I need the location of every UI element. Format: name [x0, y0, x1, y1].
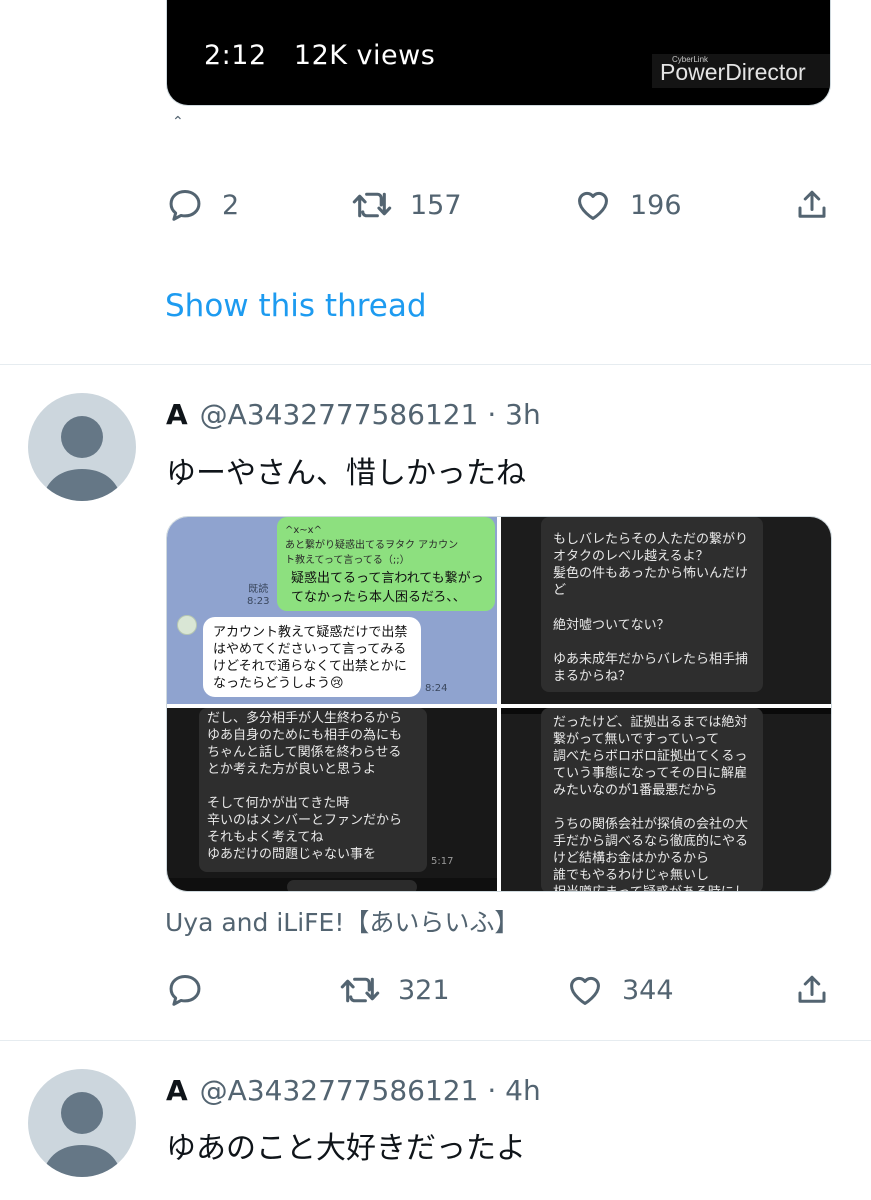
timestamp[interactable]: 3h	[505, 398, 541, 431]
like-count: 196	[630, 189, 682, 221]
media-grid: ^x~x^ あと繋がり疑惑出てるヲタク アカウン ト教えてって言ってる（;;） …	[166, 516, 832, 892]
video-duration-views: 2:12 12K views	[204, 40, 436, 71]
chat-bubble: だし、多分相手が人生終わるから ゆあ自身のためにも相手の為にも ちゃんと話して関…	[199, 708, 427, 872]
user-handle[interactable]: @A3432777586121	[200, 398, 479, 431]
media-image-3[interactable]: だし、多分相手が人生終わるから ゆあ自身のためにも相手の為にも ちゃんと話して関…	[167, 708, 497, 891]
reply-action[interactable]: 2	[166, 186, 239, 224]
retweet-action[interactable]: 157	[352, 186, 462, 224]
chat-bubble-sent: ^x~x^ あと繋がり疑惑出てるヲタク アカウン ト教えてって言ってる（;;） …	[277, 517, 495, 611]
share-icon	[794, 971, 830, 1009]
like-icon	[574, 186, 612, 224]
default-avatar-icon	[42, 1092, 122, 1177]
timestamp[interactable]: 4h	[505, 1074, 541, 1107]
reply-action[interactable]	[166, 971, 222, 1009]
like-icon	[566, 971, 604, 1009]
reply-count: 2	[222, 189, 240, 221]
chat-time: 8:24	[425, 683, 448, 694]
tweet-header: A @A3432777586121 · 4h	[166, 1074, 541, 1107]
avatar[interactable]	[28, 393, 136, 501]
chat-text: ゆあ未成年だからバレたら相手捕 まるからね？	[553, 652, 749, 684]
display-name[interactable]: A	[166, 1074, 188, 1107]
separator-dot: ·	[487, 398, 497, 431]
caret-icon: ⌃	[172, 114, 184, 130]
video-player[interactable]: 2:12 12K views CyberLink PowerDirector	[166, 0, 831, 106]
retweet-count: 321	[398, 974, 450, 1006]
chat-text: だし、多分相手が人生終わるから ゆあ自身のためにも相手の為にも ちゃんと話して関…	[207, 711, 403, 862]
powerdirector-watermark: CyberLink PowerDirector	[652, 54, 830, 88]
tweet-header: A @A3432777586121 · 3h	[166, 398, 541, 431]
share-action[interactable]	[794, 186, 830, 224]
read-receipt: 既読 8:23	[247, 584, 270, 607]
chat-bubble: もしバレたらその人ただの繋がり オタクのレベル越えるよ？ 髪色の件もあったから怖…	[541, 517, 763, 692]
share-icon	[794, 186, 830, 224]
chat-text: 絶対嘘ついてない？	[553, 618, 670, 633]
media-image-4[interactable]: だったけど、証拠出るまでは絶対 繋がって無いですっていって 調べたらボロボロ証拠…	[501, 708, 831, 891]
chat-text: 疑惑出てるって言われても繋がっ てなかったら本人困るだろ、、	[291, 571, 484, 605]
chat-text: ^x~x^ あと繋がり疑惑出てるヲタク アカウン ト教えてって言ってる（;;）	[285, 525, 459, 566]
powerdirector-label: PowerDirector	[660, 59, 806, 85]
default-avatar-icon	[42, 416, 122, 501]
chat-text: もしバレたらその人ただの繋がり オタクのレベル越えるよ？ 髪色の件もあったから怖…	[553, 532, 749, 598]
share-action[interactable]	[794, 971, 830, 1009]
divider	[0, 1040, 871, 1041]
like-action[interactable]: 196	[574, 186, 682, 224]
chat-text: だったけど、証拠出るまでは絶対 繋がって無いですっていって 調べたらボロボロ証拠…	[553, 715, 749, 891]
tweet-text: ゆあのこと大好きだったよ	[166, 1131, 526, 1166]
chat-time: 5:17	[431, 856, 454, 867]
chat-input-field	[287, 880, 417, 891]
media-image-2[interactable]: もしバレたらその人ただの繋がり オタクのレベル越えるよ？ 髪色の件もあったから怖…	[501, 517, 831, 704]
display-name[interactable]: A	[166, 398, 188, 431]
like-action[interactable]: 344	[566, 971, 674, 1009]
retweet-action[interactable]: 321	[340, 971, 450, 1009]
chat-bubble-received: アカウント教えて疑惑だけで出禁 はやめてくださいって言ってみる けどそれで通らな…	[203, 617, 421, 697]
chat-avatar	[177, 615, 197, 635]
user-handle[interactable]: @A3432777586121	[200, 1074, 479, 1107]
chat-bubble: だったけど、証拠出るまでは絶対 繋がって無いですっていって 調べたらボロボロ証拠…	[541, 708, 763, 891]
reply-icon	[166, 971, 204, 1009]
divider	[0, 364, 871, 365]
media-image-1[interactable]: ^x~x^ あと繋がり疑惑出てるヲタク アカウン ト教えてって言ってる（;;） …	[167, 517, 497, 704]
retweet-icon	[352, 186, 392, 224]
source-label[interactable]: Uya and iLiFE!【あいらいふ】	[165, 903, 519, 939]
chat-text: アカウント教えて疑惑だけで出禁 はやめてくださいって言ってみる けどそれで通らな…	[213, 625, 408, 691]
reply-icon	[166, 186, 204, 224]
retweet-icon	[340, 971, 380, 1009]
retweet-count: 157	[410, 189, 462, 221]
like-count: 344	[622, 974, 674, 1006]
tweet-text: ゆーやさん、惜しかったね	[166, 456, 526, 491]
show-thread-link[interactable]: Show this thread	[165, 288, 427, 324]
separator-dot: ·	[487, 1074, 497, 1107]
avatar[interactable]	[28, 1069, 136, 1177]
